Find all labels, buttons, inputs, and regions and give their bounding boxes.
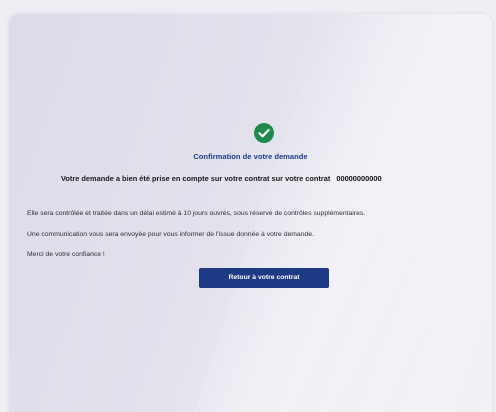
processing-delay-text: Elle sera contrôlée et traitée dans un d… — [27, 210, 366, 217]
confirmation-title: Confirmation de votre demande — [193, 152, 308, 161]
confirmation-message: Votre demande a bien été prise en compte… — [61, 174, 382, 183]
page: Confirmation de votre demande Votre dema… — [0, 0, 496, 412]
confirmation-content: Confirmation de votre demande Votre dema… — [9, 14, 492, 412]
thanks-text: Merci de votre confiance ! — [27, 251, 105, 258]
contract-number: 00000000000 — [336, 174, 382, 183]
check-circle-icon — [254, 123, 274, 143]
confirmation-card: Confirmation de votre demande Votre dema… — [9, 14, 492, 412]
communication-text: Une communication vous sera envoyée pour… — [27, 231, 314, 238]
back-to-contract-button[interactable]: Retour à votre contrat — [199, 268, 329, 288]
confirmation-message-text: Votre demande a bien été prise en compte… — [61, 174, 331, 183]
